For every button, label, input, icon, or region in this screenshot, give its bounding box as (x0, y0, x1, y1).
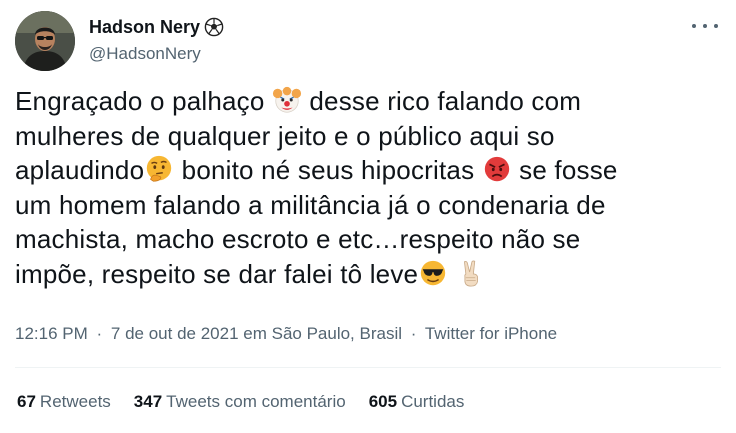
retweets-count: 67 (17, 392, 36, 411)
tweet-text: Engraçado o palhaço desse rico falando c… (15, 84, 715, 291)
author-info: Hadson Nery @HadsonNery (89, 15, 224, 65)
tweet-text-segment: machista, macho escroto e etc…respeito n… (15, 224, 581, 254)
more-dot-icon (692, 24, 696, 28)
tweet-text-segment: mulheres de qualquer jeito e o público a… (15, 120, 555, 151)
display-name-row: Hadson Nery (89, 15, 224, 39)
thinking-face-icon (144, 154, 174, 184)
victory-hand-icon (456, 258, 486, 288)
tweet-text-segment: Engraçado o palhaço (15, 86, 272, 116)
tweet-meta: 12:16 PM · 7 de out de 2021 em São Paulo… (15, 323, 557, 345)
retweets-label: Retweets (39, 392, 111, 411)
tweet-text-line: aplaudindo bonito né seus hipocritas se … (15, 153, 715, 188)
divider (15, 367, 721, 368)
tweet-date[interactable]: 7 de out de 2021 (111, 324, 239, 343)
tweet-text-line: machista, macho escroto e etc…respeito n… (15, 222, 715, 257)
author-handle[interactable]: @HadsonNery (89, 43, 224, 65)
avatar[interactable] (15, 11, 75, 71)
tweet-text-segment (448, 259, 455, 289)
likes-stat[interactable]: 605 Curtidas (369, 391, 465, 413)
tweet-time[interactable]: 12:16 PM (15, 324, 88, 343)
display-name[interactable]: Hadson Nery (89, 15, 200, 39)
tweet-text-segment: desse rico falando com (301, 86, 582, 116)
angry-face-icon (482, 154, 512, 184)
tweet-text-line: Engraçado o palhaço desse rico falando c… (15, 84, 715, 119)
tweet-text-line: impõe, respeito se dar falei tô leve (15, 257, 715, 292)
quote-tweets-stat[interactable]: 347 Tweets com comentário (134, 391, 346, 413)
tweet-card: Hadson Nery @HadsonNery Engraçado o palh… (0, 0, 736, 433)
sunglasses-face-icon (418, 258, 448, 288)
quote-tweets-count: 347 (133, 392, 163, 411)
likes-label: Curtidas (401, 392, 465, 411)
tweet-source[interactable]: Twitter for iPhone (425, 324, 557, 343)
tweet-text-segment: um homem falando a militância já o conde… (15, 189, 606, 220)
tweet-text-line: mulheres de qualquer jeito e o público a… (15, 119, 715, 154)
more-dot-icon (703, 24, 707, 28)
tweet-stats: 67 Retweets 347 Tweets com comentário 605 C… (17, 391, 487, 413)
tweet-text-line: um homem falando a militância já o conde… (15, 188, 715, 223)
tweet-text-segment: bonito né seus hipocritas (174, 155, 482, 185)
soccer-ball-icon (204, 17, 224, 37)
quote-tweets-label: Tweets com comentário (166, 392, 346, 411)
clown-face-icon (272, 85, 302, 115)
tweet-text-segment: se fosse (511, 155, 618, 185)
more-dot-icon (714, 24, 718, 28)
tweet-text-segment: aplaudindo (15, 155, 145, 185)
more-options-button[interactable] (692, 16, 718, 36)
retweets-stat[interactable]: 67 Retweets (17, 391, 111, 413)
separator: · (96, 324, 103, 343)
tweet-text-segment: impõe, respeito se dar falei tô leve (15, 258, 419, 289)
separator: · (410, 324, 417, 343)
tweet-location[interactable]: em São Paulo, Brasil (243, 324, 402, 343)
likes-count: 605 (368, 392, 398, 411)
